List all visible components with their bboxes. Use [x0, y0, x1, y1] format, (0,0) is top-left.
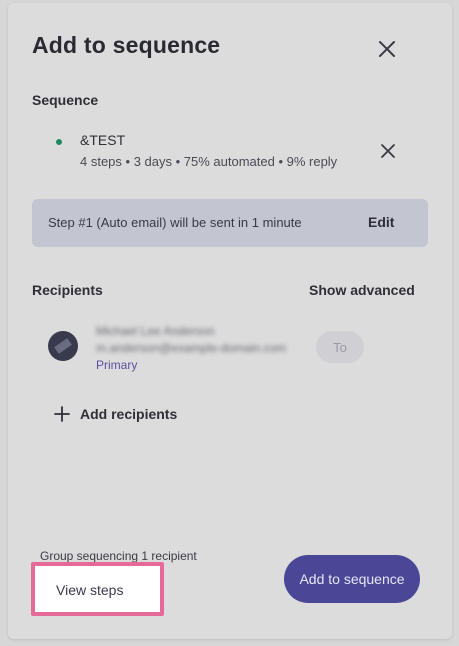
- recipient-role-chip[interactable]: To: [316, 331, 364, 363]
- sequence-section-label: Sequence: [32, 92, 99, 108]
- sequence-name: &TEST: [80, 132, 126, 148]
- close-icon: [381, 144, 395, 158]
- recipients-section-label: Recipients: [32, 282, 103, 298]
- close-button[interactable]: [372, 34, 402, 64]
- plus-icon: [54, 406, 70, 422]
- view-steps-label: View steps: [56, 582, 124, 598]
- add-to-sequence-button[interactable]: Add to sequence: [284, 555, 420, 603]
- schedule-notice: Step #1 (Auto email) will be sent in 1 m…: [32, 199, 428, 247]
- show-advanced-link[interactable]: Show advanced: [309, 282, 415, 298]
- edit-schedule-button[interactable]: Edit: [368, 214, 394, 230]
- sequence-meta: 4 steps • 3 days • 75% automated • 9% re…: [80, 154, 338, 169]
- notice-text: Step #1 (Auto email) will be sent in 1 m…: [48, 215, 302, 230]
- modal-title: Add to sequence: [32, 32, 221, 58]
- recipient-row: Michael Lee Anderson m.anderson@example-…: [48, 321, 388, 375]
- sequence-status-dot: [56, 139, 62, 145]
- selected-sequence: &TEST 4 steps • 3 days • 75% automated •…: [32, 129, 412, 173]
- recipient-email: m.anderson@example-domain.com: [96, 341, 287, 355]
- remove-sequence-button[interactable]: [376, 139, 400, 163]
- recipient-name: Michael Lee Anderson: [96, 324, 215, 338]
- add-recipients-label: Add recipients: [80, 406, 178, 422]
- recipient-type: Primary: [96, 358, 138, 372]
- avatar: [48, 331, 78, 361]
- close-icon: [379, 41, 395, 57]
- group-sequencing-text: Group sequencing 1 recipient: [40, 549, 197, 563]
- add-to-sequence-modal: Add to sequence Sequence &TEST 4 steps •…: [8, 3, 452, 639]
- view-steps-button[interactable]: View steps: [31, 562, 164, 616]
- add-recipients-button[interactable]: Add recipients: [54, 403, 177, 425]
